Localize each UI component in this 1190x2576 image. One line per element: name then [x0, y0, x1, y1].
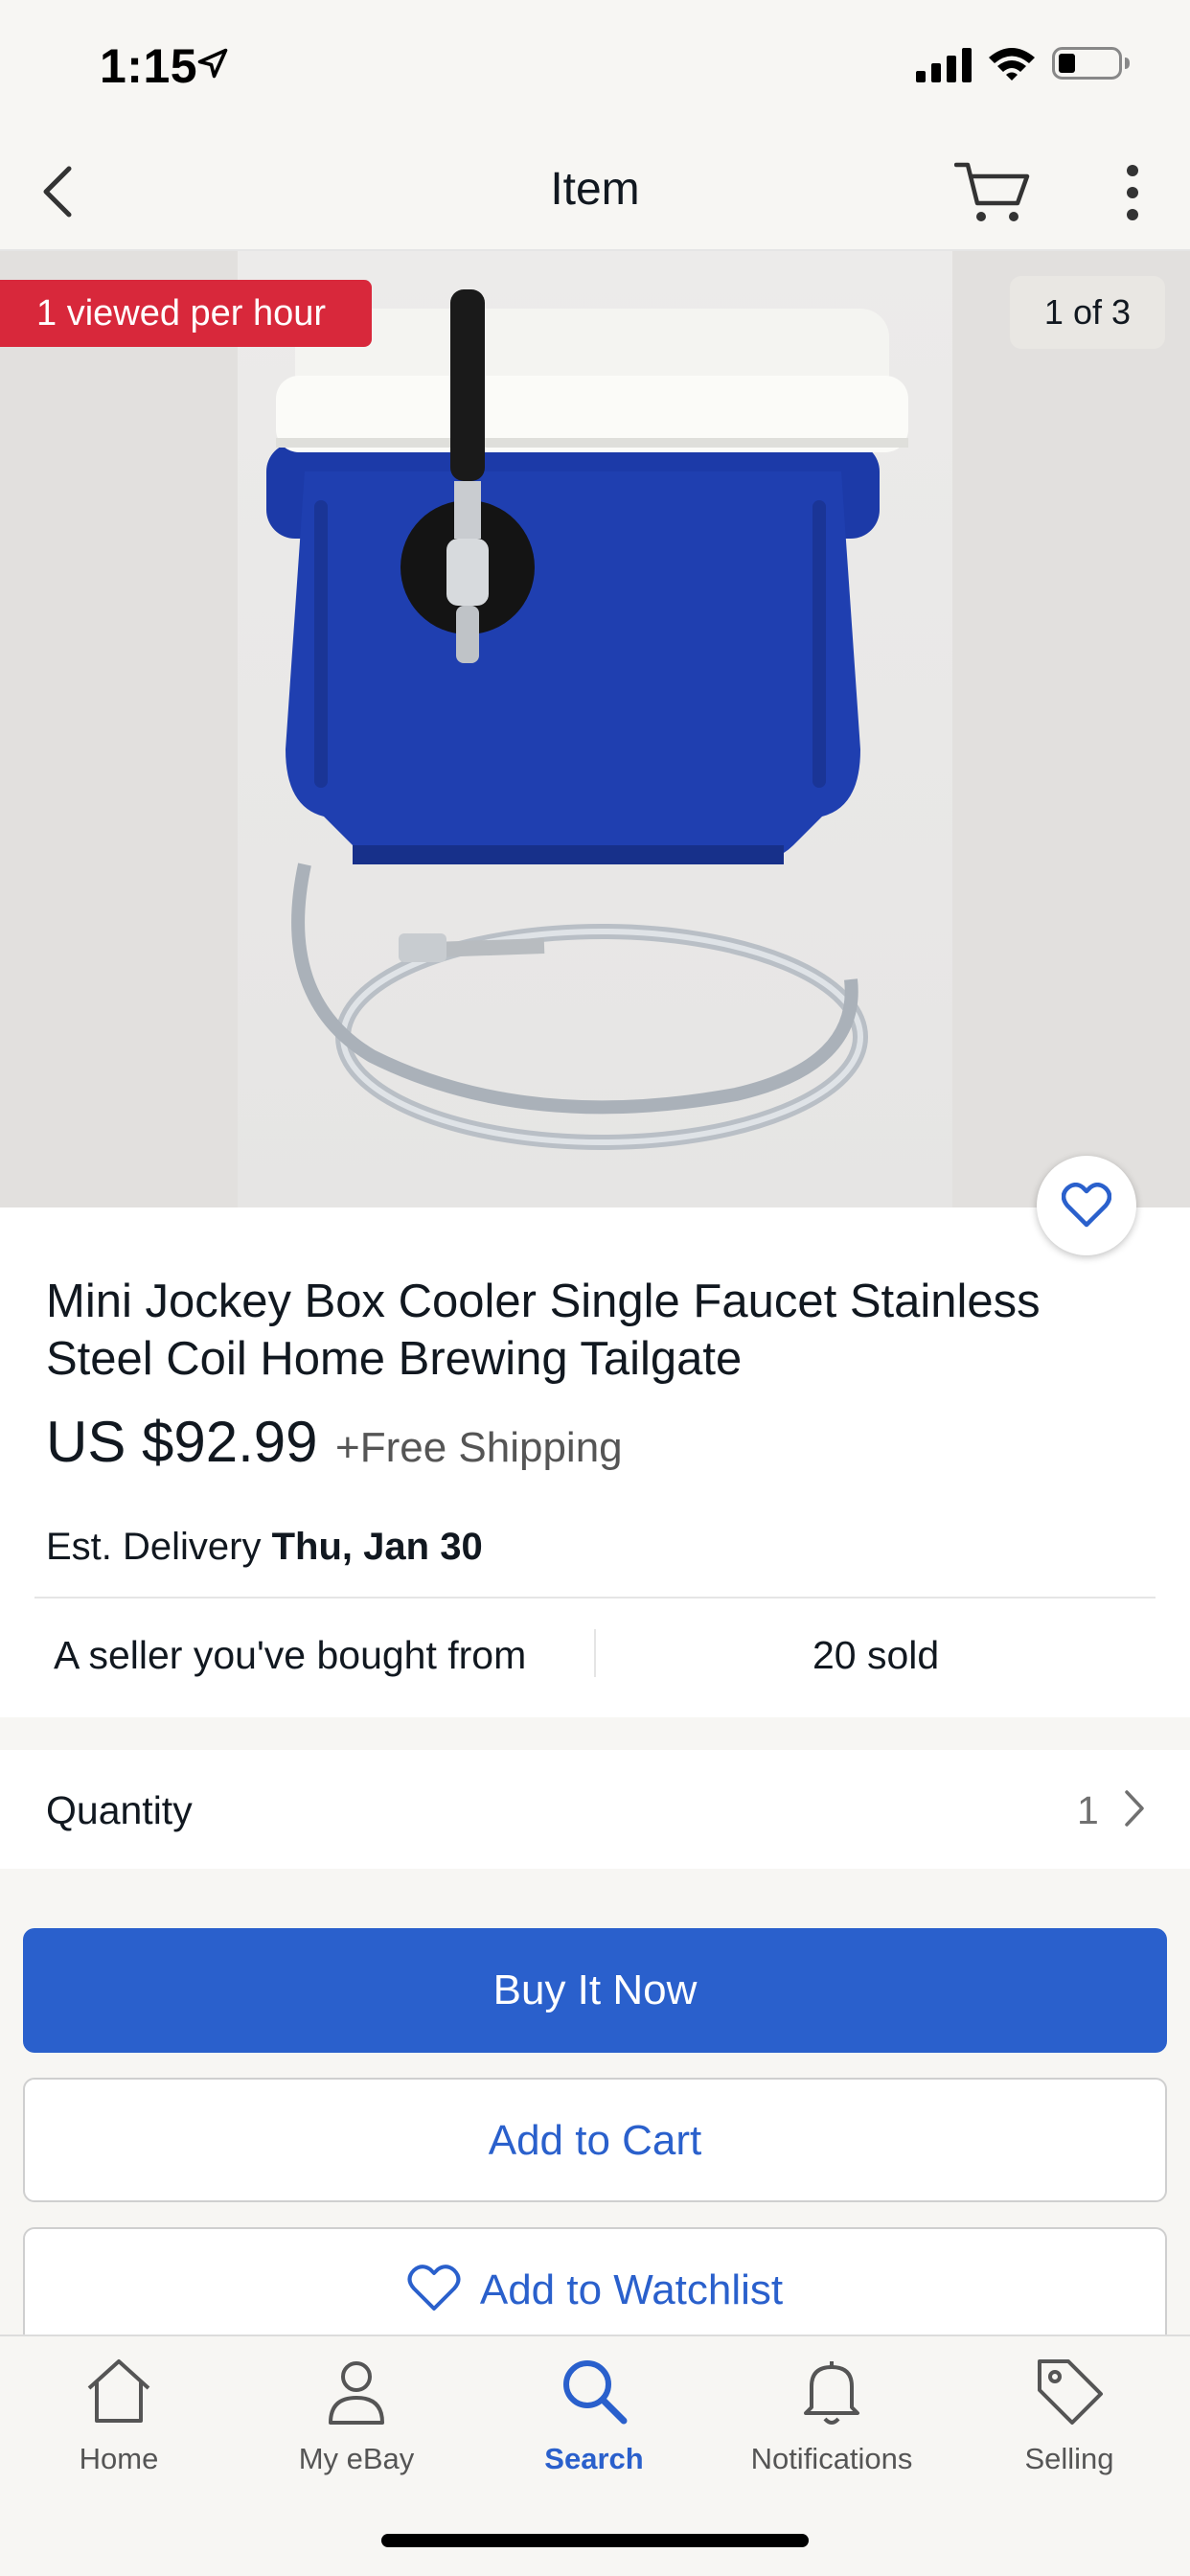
tab-label: Selling	[1024, 2442, 1114, 2475]
product-photo[interactable]	[238, 251, 952, 1208]
image-gallery[interactable]: 1 viewed per hour 1 of 3	[0, 251, 1190, 1208]
cart-icon[interactable]	[954, 159, 1031, 226]
tag-icon	[1038, 2359, 1103, 2425]
heart-icon	[407, 2265, 461, 2311]
wifi-icon	[989, 48, 1035, 80]
item-price: US $92.99	[46, 1410, 318, 1474]
item-screen: 1:15 Item 1 viewed per hour 1 of 3 Mini …	[0, 0, 1190, 2576]
sold-count: 20 sold	[812, 1633, 940, 1677]
tab-notifications[interactable]: Notifications	[726, 2354, 937, 2497]
bell-icon	[804, 2361, 859, 2425]
person-icon	[329, 2361, 384, 2425]
tab-my-ebay[interactable]: My eBay	[251, 2354, 462, 2497]
search-icon	[563, 2360, 628, 2425]
home-indicator	[381, 2534, 809, 2547]
nav-bar: Item	[0, 134, 1190, 251]
divider	[34, 1597, 1156, 1598]
viewed-per-hour-badge: 1 viewed per hour	[0, 280, 373, 347]
tab-label: Search	[544, 2442, 644, 2475]
tab-label: Notifications	[750, 2442, 913, 2475]
heart-icon	[1062, 1183, 1111, 1228]
tab-search[interactable]: Search	[489, 2354, 699, 2497]
home-icon	[87, 2359, 150, 2423]
item-title: Mini Jockey Box Cooler Single Faucet Sta…	[46, 1276, 1041, 1385]
quantity-label: Quantity	[46, 1788, 193, 1832]
tab-selling[interactable]: Selling	[964, 2354, 1175, 2497]
add-to-watchlist-label: Add to Watchlist	[479, 2266, 784, 2313]
status-time: 1:15	[100, 39, 198, 93]
estimated-delivery: Est. Delivery Thu, Jan 30	[46, 1526, 483, 1569]
watch-heart-button[interactable]	[1037, 1156, 1136, 1255]
location-arrow-icon	[197, 48, 228, 79]
cooler-illustration	[266, 289, 908, 1150]
buy-it-now-button[interactable]: Buy It Now	[23, 1928, 1167, 2053]
image-counter: 1 of 3	[1009, 276, 1165, 349]
tab-label: Home	[79, 2442, 159, 2475]
delivery-date: Thu, Jan 30	[271, 1526, 483, 1568]
add-to-watchlist-button[interactable]: Add to Watchlist	[23, 2227, 1167, 2352]
quantity-row[interactable]: Quantity 1	[0, 1750, 1190, 1869]
cellular-signal-icon	[916, 48, 972, 82]
price-row: US $92.99 +Free Shipping	[46, 1409, 623, 1476]
chevron-right-icon	[1125, 1790, 1144, 1827]
battery-icon	[1052, 47, 1130, 80]
more-vertical-icon[interactable]	[1113, 161, 1152, 224]
status-bar: 1:15	[0, 0, 1190, 134]
divider	[594, 1629, 596, 1677]
section-separator	[0, 1717, 1190, 1750]
quantity-value: 1	[1077, 1788, 1099, 1832]
delivery-label: Est. Delivery	[46, 1526, 262, 1568]
add-to-cart-button[interactable]: Add to Cart	[23, 2078, 1167, 2202]
tab-home[interactable]: Home	[13, 2354, 224, 2497]
shipping-info: +Free Shipping	[335, 1424, 623, 1471]
tab-label: My eBay	[298, 2442, 415, 2475]
seller-info: A seller you've bought from	[54, 1633, 527, 1677]
